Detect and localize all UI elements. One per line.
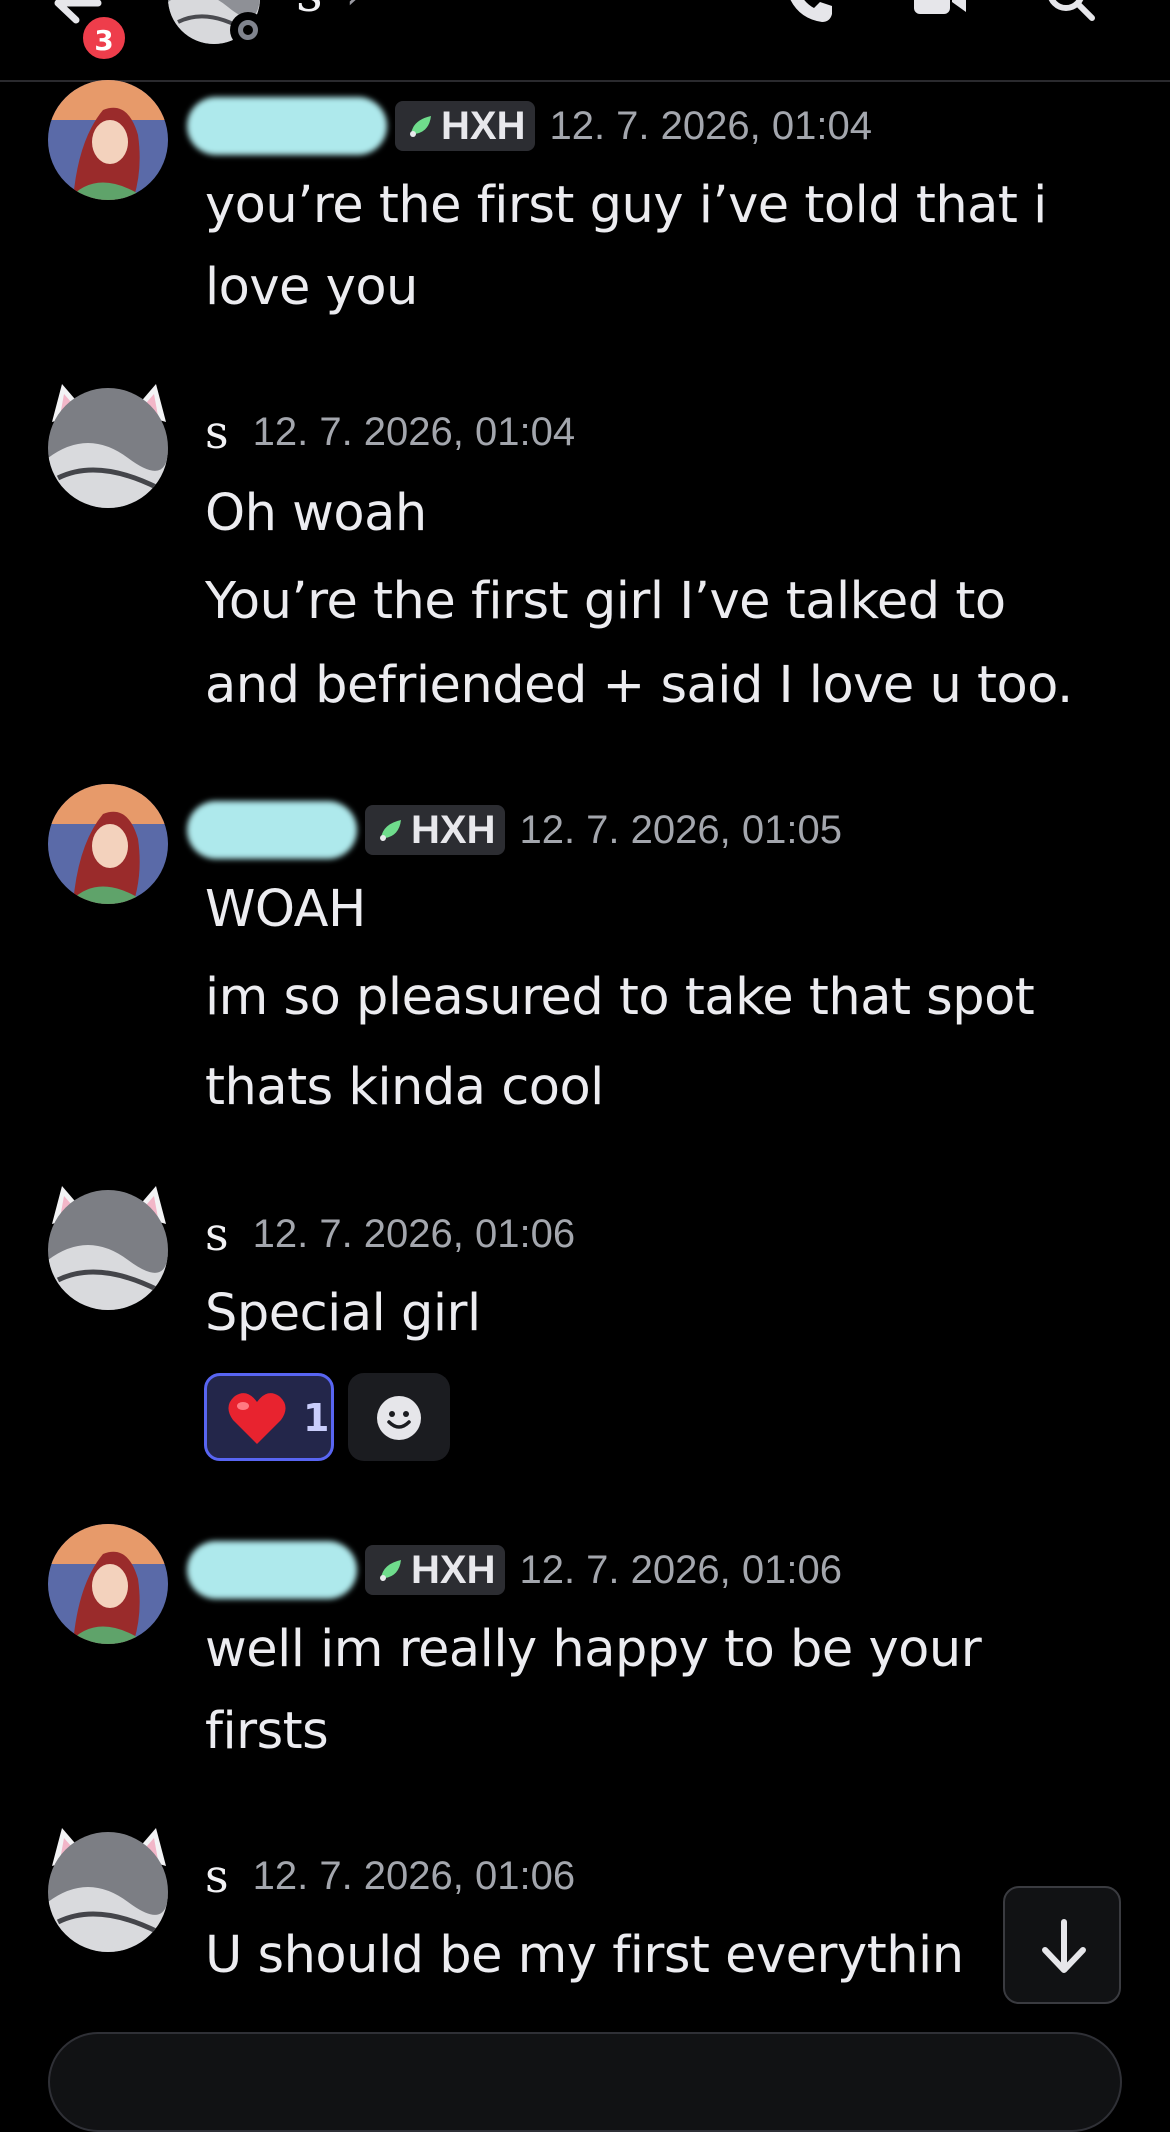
server-tag[interactable]: HXH — [395, 101, 536, 151]
message-text: you’re the first guy i’ve told that i — [205, 176, 1047, 235]
server-tag-label: HXH — [441, 103, 526, 148]
message-timestamp: 12. 7. 2026, 01:04 — [252, 409, 576, 454]
message-header: HXH 12. 7. 2026, 01:06 — [187, 1540, 842, 1600]
message-header: HXH 12. 7. 2026, 01:04 — [187, 96, 872, 156]
author-name[interactable]: s — [205, 1207, 229, 1261]
message-header: s 12. 7. 2026, 01:06 — [205, 1204, 575, 1264]
user-avatar[interactable] — [48, 1832, 168, 1952]
author-name-redacted — [187, 1541, 357, 1599]
user-avatar[interactable] — [48, 1524, 168, 1644]
user-avatar[interactable] — [48, 388, 168, 508]
message-text: Special girl — [205, 1284, 481, 1343]
arrow-down-icon — [1042, 1919, 1086, 1973]
message-header: HXH 12. 7. 2026, 01:05 — [187, 800, 842, 860]
leaf-icon — [380, 1560, 401, 1581]
message-text: You’re the first girl I’ve talked to — [205, 572, 1006, 631]
message-text: Oh woah — [205, 484, 427, 543]
author-name[interactable]: s — [205, 405, 229, 459]
message-header: s 12. 7. 2026, 01:04 — [205, 402, 575, 462]
add-reaction-button[interactable] — [348, 1373, 450, 1461]
author-name-redacted — [187, 97, 387, 155]
message-text: love you — [205, 258, 418, 317]
status-icon — [230, 12, 266, 48]
message-text: im so pleasured to take that spot — [205, 968, 1035, 1027]
message-timestamp: 12. 7. 2026, 01:04 — [549, 103, 872, 148]
message-timestamp: 12. 7. 2026, 01:06 — [252, 1211, 576, 1256]
author-name[interactable]: s — [205, 1849, 229, 1903]
server-tag-label: HXH — [411, 807, 496, 852]
user-avatar[interactable] — [48, 784, 168, 904]
phone-icon[interactable] — [780, 0, 836, 26]
message-text: U should be my first everythin — [205, 1926, 964, 1985]
heart-icon — [228, 1393, 286, 1444]
message-text: WOAH — [205, 880, 366, 939]
smiley-icon — [377, 1396, 421, 1440]
unread-badge: 3 — [80, 14, 128, 62]
server-tag[interactable]: HXH — [365, 805, 506, 855]
scroll-to-bottom-button[interactable] — [1003, 1886, 1121, 2004]
search-icon[interactable] — [1042, 0, 1098, 26]
message-text: well im really happy to be your — [205, 1620, 982, 1679]
message-input[interactable] — [48, 2032, 1122, 2132]
message-text: firsts — [205, 1702, 329, 1761]
chevron-right-icon[interactable]: › — [346, 0, 362, 18]
video-camera-icon[interactable] — [910, 0, 970, 26]
top-bar: 3 s › — [0, 0, 1170, 82]
message-header: s 12. 7. 2026, 01:06 — [205, 1846, 575, 1906]
message-text: and befriended + said I love u too. — [205, 656, 1073, 715]
channel-name[interactable]: s — [296, 0, 323, 24]
user-avatar[interactable] — [48, 80, 168, 200]
user-avatar[interactable] — [48, 1190, 168, 1310]
author-name-redacted — [187, 801, 357, 859]
message-timestamp: 12. 7. 2026, 01:05 — [519, 807, 842, 852]
server-tag[interactable]: HXH — [365, 1545, 506, 1595]
leaf-icon — [410, 116, 431, 137]
reaction-count: 1 — [303, 1396, 330, 1440]
heart-reaction[interactable]: 1 — [204, 1373, 334, 1461]
server-tag-label: HXH — [411, 1547, 496, 1592]
leaf-icon — [380, 820, 401, 841]
message-timestamp: 12. 7. 2026, 01:06 — [252, 1853, 576, 1898]
message-timestamp: 12. 7. 2026, 01:06 — [519, 1547, 842, 1592]
message-text: thats kinda cool — [205, 1058, 604, 1117]
